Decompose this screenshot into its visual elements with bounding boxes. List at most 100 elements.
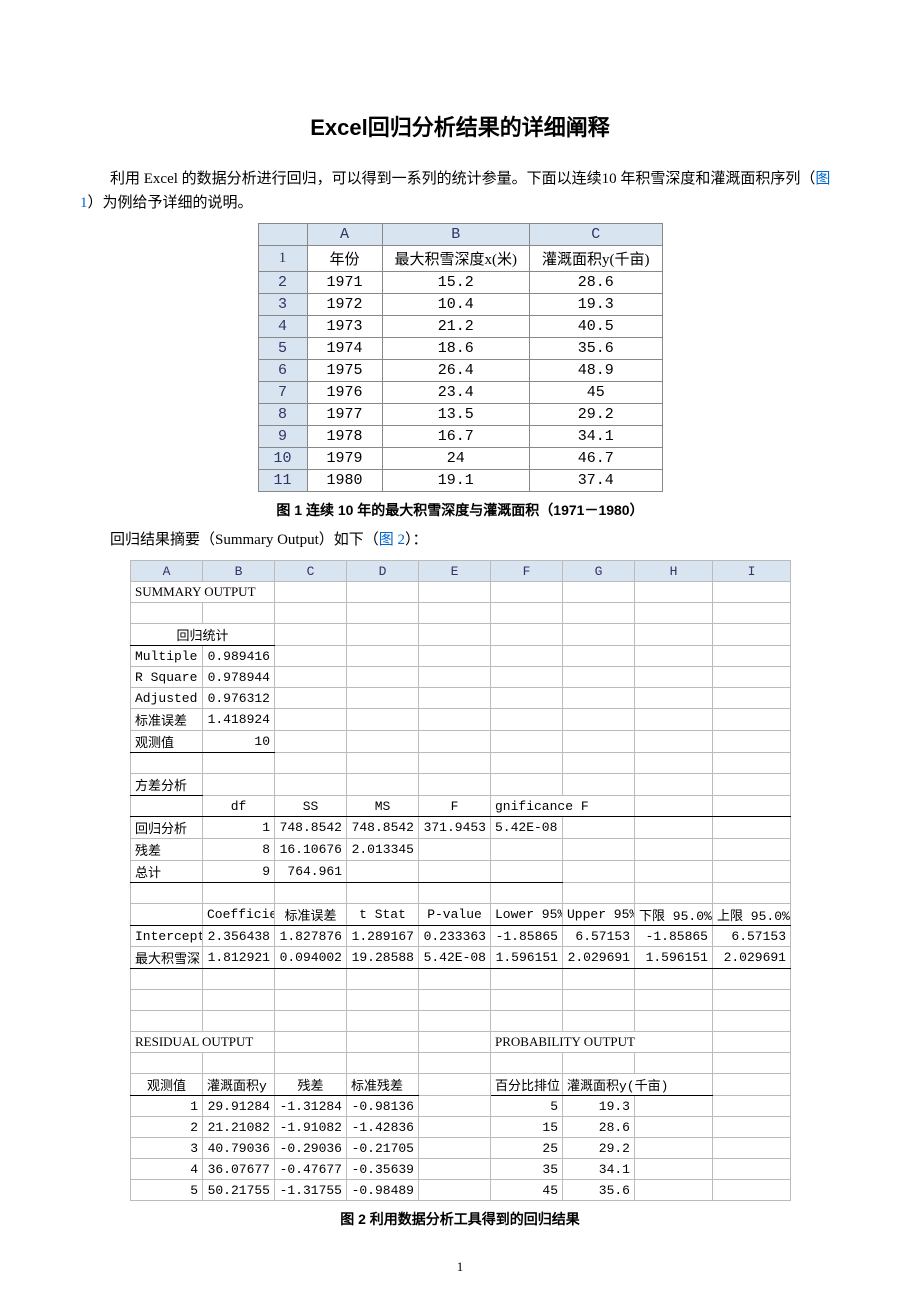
anova-sig [491, 861, 563, 883]
prob-pct: 5 [491, 1096, 563, 1117]
coef-l95: 1.596151 [491, 947, 563, 969]
row-number: 6 [258, 360, 307, 382]
coef-se: 0.094002 [275, 947, 347, 969]
prob-pct: 15 [491, 1117, 563, 1138]
row-number: 11 [258, 470, 307, 492]
table-cell: 1973 [307, 316, 382, 338]
anova-h-f: F [419, 796, 491, 817]
reg-stat-value: 1.418924 [203, 709, 275, 731]
table-row: 11198019.137.4 [258, 470, 662, 492]
coef-label: Intercept [131, 926, 203, 947]
table-cell: 1978 [307, 426, 382, 448]
reg-stat-row: R Square0.978944 [131, 667, 791, 688]
table-row: 1年份最大积雪深度x(米)灌溉面积y(千亩) [258, 246, 662, 272]
anova-label: 总计 [131, 861, 203, 883]
table-row: 1019792446.7 [258, 448, 662, 470]
summary-intro: 回归结果摘要（Summary Output）如下（图 2）： [80, 528, 840, 552]
table-row: 8197713.529.2 [258, 404, 662, 426]
coef-h-coef: Coefficien [203, 904, 275, 926]
reg-stat-row: 观测值10 [131, 731, 791, 753]
col-E: E [419, 561, 491, 582]
summary-intro-pre: 回归结果摘要（Summary Output）如下（ [110, 532, 379, 548]
summary-output-label: SUMMARY OUTPUT [131, 582, 275, 603]
coef-p: 0.233363 [419, 926, 491, 947]
resid-h-pred: 灌溉面积y [203, 1074, 275, 1096]
table-cell: 1972 [307, 294, 382, 316]
reg-stat-row: Multiple0.989416 [131, 646, 791, 667]
row-number: 2 [258, 272, 307, 294]
resid-pred: 29.91284 [203, 1096, 275, 1117]
col-letter-B: B [382, 224, 530, 246]
prob-pct: 35 [491, 1159, 563, 1180]
anova-h-ss: SS [275, 796, 347, 817]
row-number: 9 [258, 426, 307, 448]
intro-paragraph: 利用 Excel 的数据分析进行回归，可以得到一系列的统计参量。下面以连续10 … [80, 167, 840, 215]
reg-stat-title: 回归统计 [131, 624, 275, 646]
coef-val: 1.812921 [203, 947, 275, 969]
summary-output-sheet: A B C D E F G H I SUMMARY OUTPUT 回归统计 Mu… [130, 560, 791, 1201]
reg-stat-value: 0.976312 [203, 688, 275, 709]
anova-h-df: df [203, 796, 275, 817]
anova-h-sig: gnificance F [491, 796, 635, 817]
coef-p: 5.42E-08 [419, 947, 491, 969]
col-F: F [491, 561, 563, 582]
resid-pred: 36.07677 [203, 1159, 275, 1180]
anova-title: 方差分析 [131, 774, 203, 796]
table-cell: 46.7 [530, 448, 663, 470]
coef-l95b: 1.596151 [635, 947, 713, 969]
table-1-data: A B C 1年份最大积雪深度x(米)灌溉面积y(千亩)2197115.228.… [258, 223, 663, 492]
col-I: I [713, 561, 791, 582]
resid-obs: 2 [131, 1117, 203, 1138]
resid-res: -1.31755 [275, 1180, 347, 1201]
anova-df: 1 [203, 817, 275, 839]
coef-h-u95b: 上限 95.0% [713, 904, 791, 926]
coef-u95: 2.029691 [563, 947, 635, 969]
figure-2-caption: 图 2 利用数据分析工具得到的回归结果 [80, 1209, 840, 1229]
row-number: 5 [258, 338, 307, 360]
table-cell: 1980 [307, 470, 382, 492]
table-row: 2197115.228.6 [258, 272, 662, 294]
coef-u95b: 6.57153 [713, 926, 791, 947]
resid-std: -0.98489 [347, 1180, 419, 1201]
coef-l95b: -1.85865 [635, 926, 713, 947]
coef-header-row: Coefficien 标准误差 t Stat P-value Lower 95%… [131, 904, 791, 926]
table-cell: 34.1 [530, 426, 663, 448]
table-cell: 35.6 [530, 338, 663, 360]
resid-std: -0.21705 [347, 1138, 419, 1159]
table-cell: 23.4 [382, 382, 530, 404]
coef-h-l95b: 下限 95.0% [635, 904, 713, 926]
reg-stat-label: Adjusted [131, 688, 203, 709]
table-row: 6197526.448.9 [258, 360, 662, 382]
intro-text-pre: 利用 Excel 的数据分析进行回归，可以得到一系列的统计参量。下面以连续10 … [110, 171, 815, 187]
anova-f [419, 839, 491, 861]
resid-obs: 5 [131, 1180, 203, 1201]
table-cell: 1971 [307, 272, 382, 294]
table-cell: 18.6 [382, 338, 530, 360]
coef-h-se: 标准误差 [275, 904, 347, 926]
resid-pred: 40.79036 [203, 1138, 275, 1159]
sheet-col-headers: A B C D E F G H I [131, 561, 791, 582]
table-cell: 10.4 [382, 294, 530, 316]
table-cell: 1974 [307, 338, 382, 360]
row-number: 8 [258, 404, 307, 426]
table-cell: 15.2 [382, 272, 530, 294]
resid-obs: 3 [131, 1138, 203, 1159]
row-number: 10 [258, 448, 307, 470]
coef-val: 2.356438 [203, 926, 275, 947]
coef-t: 1.289167 [347, 926, 419, 947]
anova-h-ms: MS [347, 796, 419, 817]
resid-obs: 4 [131, 1159, 203, 1180]
table-row: 5197418.635.6 [258, 338, 662, 360]
col-B: B [203, 561, 275, 582]
resid-h-std: 标准残差 [347, 1074, 419, 1096]
summary-intro-post: ）： [405, 532, 428, 548]
reg-stat-row: 标准误差1.418924 [131, 709, 791, 731]
residual-row: 340.79036-0.29036-0.217052529.2 [131, 1138, 791, 1159]
resid-h-obs: 观测值 [131, 1074, 203, 1096]
prob-h-y: 灌溉面积y(千亩) [563, 1074, 713, 1096]
table-cell: 灌溉面积y(千亩) [530, 246, 663, 272]
fig2-link[interactable]: 图 2 [379, 532, 405, 548]
anova-df: 9 [203, 861, 275, 883]
prob-y: 19.3 [563, 1096, 635, 1117]
prob-y: 34.1 [563, 1159, 635, 1180]
